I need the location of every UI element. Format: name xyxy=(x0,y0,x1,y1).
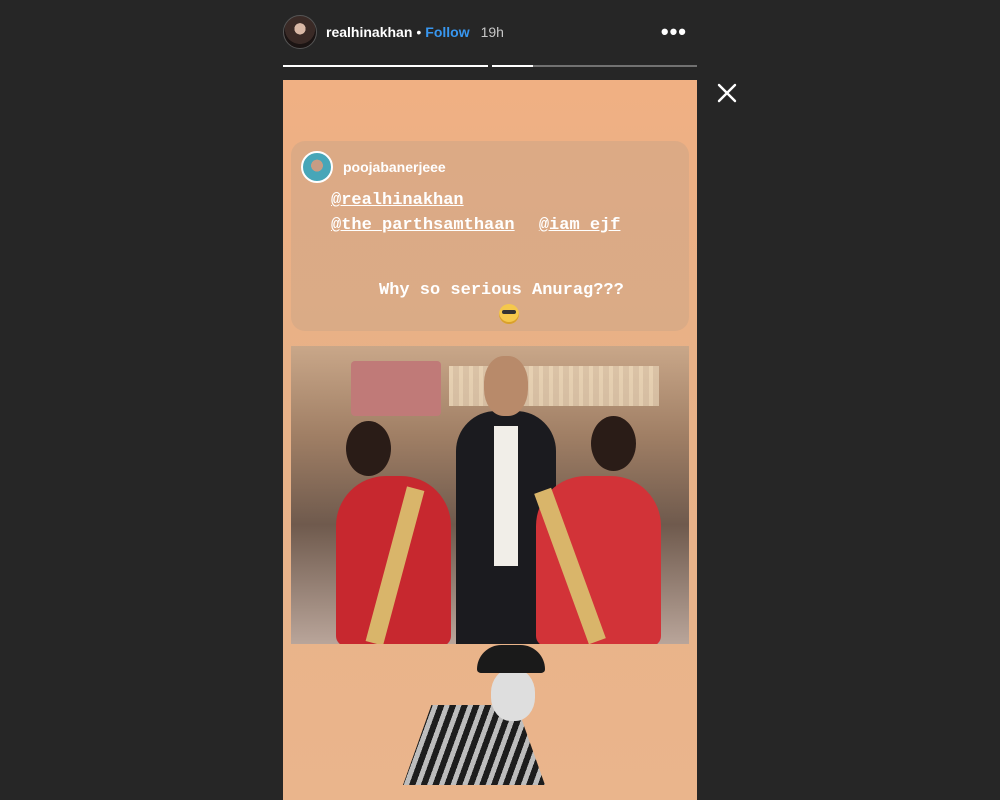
mention-link[interactable]: @the_parthsamthaan xyxy=(331,216,515,235)
flower-decor xyxy=(351,361,441,416)
mentions-line-2: @the_parthsamthaan @iam_ejf xyxy=(331,216,620,235)
story-caption: Why so serious Anurag??? xyxy=(379,281,624,300)
profile-avatar[interactable] xyxy=(283,15,317,49)
close-icon[interactable] xyxy=(714,80,740,106)
timestamp: 19h xyxy=(480,24,504,40)
progress-fill xyxy=(283,65,488,67)
more-options-icon[interactable]: ••• xyxy=(661,21,687,43)
reshared-post-header: poojabanerjeee xyxy=(301,151,446,183)
shirt xyxy=(494,426,518,566)
separator-dot: • xyxy=(416,24,422,40)
lights-decor xyxy=(449,366,659,406)
person-sticker xyxy=(403,645,551,785)
progress-segment xyxy=(283,65,488,67)
follow-button[interactable]: Follow xyxy=(425,24,469,40)
progress-segment xyxy=(492,65,697,67)
person-left-head xyxy=(346,421,391,476)
person-right-head xyxy=(591,416,636,471)
story-photo xyxy=(291,346,689,644)
sticker-face xyxy=(491,669,535,721)
story-frame[interactable]: poojabanerjeee @realhinakhan @the_parths… xyxy=(283,80,697,800)
username[interactable]: realhinakhan xyxy=(326,24,412,40)
progress-fill xyxy=(492,65,533,67)
mentions-line-1: @realhinakhan xyxy=(331,191,464,210)
reshared-user-avatar xyxy=(301,151,333,183)
story-header: realhinakhan • Follow 19h ••• xyxy=(283,14,697,50)
mention-link[interactable]: @iam_ejf xyxy=(539,216,621,235)
person-center-head xyxy=(484,356,528,416)
story-progress xyxy=(283,65,697,67)
reshared-post-card[interactable]: poojabanerjeee @realhinakhan @the_parths… xyxy=(291,141,689,331)
mention-link[interactable]: @realhinakhan xyxy=(331,191,464,210)
nerd-face-emoji-icon xyxy=(499,304,519,324)
reshared-username[interactable]: poojabanerjeee xyxy=(343,159,446,175)
sticker-hat xyxy=(477,645,545,673)
